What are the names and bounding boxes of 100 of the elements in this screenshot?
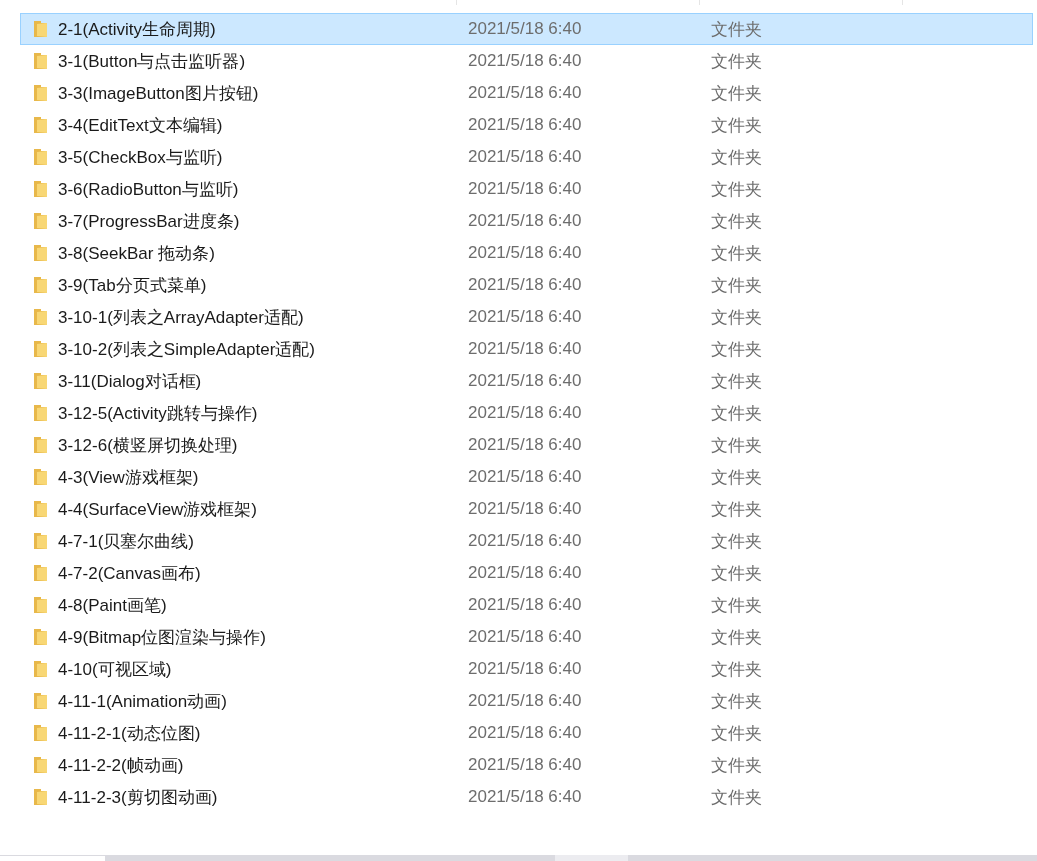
file-row[interactable]: 4-9(Bitmap位图渲染与操作) 2021/5/18 6:40 文件夹 [20,621,1033,653]
modified-date: 2021/5/18 6:40 [468,403,583,423]
file-name: 4-9(Bitmap位图渲染与操作) [58,626,267,649]
modified-date: 2021/5/18 6:40 [468,787,583,807]
file-row[interactable]: 3-7(ProgressBar进度条) 2021/5/18 6:40 文件夹 [20,205,1033,237]
file-name: 3-1(Button与点击监听器) [58,50,247,73]
modified-date: 2021/5/18 6:40 [468,307,583,327]
file-name: 4-4(SurfaceView游戏框架) [58,498,259,521]
file-name: 4-7-1(贝塞尔曲线) [58,530,195,553]
modified-date: 2021/5/18 6:40 [468,339,583,359]
file-name: 3-7(ProgressBar进度条) [58,210,241,233]
folder-icon [33,628,48,646]
file-type: 文件夹 [711,274,763,297]
file-row[interactable]: 4-8(Paint画笔) 2021/5/18 6:40 文件夹 [20,589,1033,621]
file-name: 4-11-2-1(动态位图) [58,722,202,745]
folder-icon [33,788,48,806]
folder-icon [33,404,48,422]
folder-icon [33,724,48,742]
file-row[interactable]: 3-6(RadioButton与监听) 2021/5/18 6:40 文件夹 [20,173,1033,205]
file-row[interactable]: 3-8(SeekBar 拖动条) 2021/5/18 6:40 文件夹 [20,237,1033,269]
file-name: 4-10(可视区域) [58,658,173,681]
folder-icon [33,468,48,486]
file-row[interactable]: 3-5(CheckBox与监听) 2021/5/18 6:40 文件夹 [20,141,1033,173]
file-name: 3-3(ImageButton图片按钮) [58,82,260,105]
modified-date: 2021/5/18 6:40 [468,115,583,135]
modified-date: 2021/5/18 6:40 [468,51,583,71]
modified-date: 2021/5/18 6:40 [468,499,583,519]
file-type: 文件夹 [711,114,763,137]
file-row[interactable]: 3-12-6(横竖屏切换处理) 2021/5/18 6:40 文件夹 [20,429,1033,461]
horizontal-scrollbar[interactable] [0,855,1037,861]
file-row[interactable]: 4-11-2-1(动态位图) 2021/5/18 6:40 文件夹 [20,717,1033,749]
folder-icon [33,84,48,102]
file-name: 3-6(RadioButton与监听) [58,178,240,201]
file-type: 文件夹 [711,146,763,169]
file-row[interactable]: 3-11(Dialog对话框) 2021/5/18 6:40 文件夹 [20,365,1033,397]
file-name: 3-4(EditText文本编辑) [58,114,224,137]
file-type: 文件夹 [711,370,763,393]
file-name: 3-8(SeekBar 拖动条) [58,242,216,265]
file-type: 文件夹 [711,498,763,521]
file-type: 文件夹 [711,82,763,105]
file-type: 文件夹 [711,178,763,201]
file-type: 文件夹 [711,530,763,553]
file-type: 文件夹 [711,562,763,585]
file-name: 4-3(View游戏框架) [58,466,200,489]
file-row[interactable]: 4-7-1(贝塞尔曲线) 2021/5/18 6:40 文件夹 [20,525,1033,557]
file-type: 文件夹 [711,18,763,41]
file-row[interactable]: 4-3(View游戏框架) 2021/5/18 6:40 文件夹 [20,461,1033,493]
file-type: 文件夹 [711,306,763,329]
file-row[interactable]: 3-9(Tab分页式菜单) 2021/5/18 6:40 文件夹 [20,269,1033,301]
folder-icon [33,20,48,38]
file-name: 3-10-1(列表之ArrayAdapter适配) [58,306,305,329]
folder-icon [33,500,48,518]
modified-date: 2021/5/18 6:40 [468,275,583,295]
file-type: 文件夹 [711,722,763,745]
modified-date: 2021/5/18 6:40 [468,147,583,167]
file-row[interactable]: 3-12-5(Activity跳转与操作) 2021/5/18 6:40 文件夹 [20,397,1033,429]
folder-icon [33,244,48,262]
file-row[interactable]: 3-4(EditText文本编辑) 2021/5/18 6:40 文件夹 [20,109,1033,141]
folder-icon [33,276,48,294]
file-row[interactable]: 4-11-2-3(剪切图动画) 2021/5/18 6:40 文件夹 [20,781,1033,813]
folder-icon [33,596,48,614]
file-row[interactable]: 4-10(可视区域) 2021/5/18 6:40 文件夹 [20,653,1033,685]
file-name: 3-12-6(横竖屏切换处理) [58,434,239,457]
folder-icon [33,116,48,134]
modified-date: 2021/5/18 6:40 [468,243,583,263]
file-row[interactable]: 4-7-2(Canvas画布) 2021/5/18 6:40 文件夹 [20,557,1033,589]
file-name: 4-8(Paint画笔) [58,594,168,617]
modified-date: 2021/5/18 6:40 [468,19,583,39]
file-name: 4-7-2(Canvas画布) [58,562,202,585]
file-row[interactable]: 2-1(Activity生命周期) 2021/5/18 6:40 文件夹 [20,13,1033,45]
file-name: 3-10-2(列表之SimpleAdapter适配) [58,338,316,361]
file-name: 3-5(CheckBox与监听) [58,146,224,169]
file-name: 4-11-2-2(帧动画) [58,754,185,777]
file-type: 文件夹 [711,50,763,73]
file-type: 文件夹 [711,690,763,713]
folder-icon [33,532,48,550]
file-row[interactable]: 3-10-2(列表之SimpleAdapter适配) 2021/5/18 6:40 文件夹 [20,333,1033,365]
folder-icon [33,308,48,326]
file-row[interactable]: 3-10-1(列表之ArrayAdapter适配) 2021/5/18 6:40 文件夹 [20,301,1033,333]
modified-date: 2021/5/18 6:40 [468,467,583,487]
file-type: 文件夹 [711,626,763,649]
folder-icon [33,372,48,390]
file-row[interactable]: 4-11-2-2(帧动画) 2021/5/18 6:40 文件夹 [20,749,1033,781]
folder-icon [33,148,48,166]
modified-date: 2021/5/18 6:40 [468,659,583,679]
file-type: 文件夹 [711,338,763,361]
file-row[interactable]: 3-1(Button与点击监听器) 2021/5/18 6:40 文件夹 [20,45,1033,77]
file-row[interactable]: 3-3(ImageButton图片按钮) 2021/5/18 6:40 文件夹 [20,77,1033,109]
modified-date: 2021/5/18 6:40 [468,179,583,199]
file-type: 文件夹 [711,786,763,809]
file-row[interactable]: 4-4(SurfaceView游戏框架) 2021/5/18 6:40 文件夹 [20,493,1033,525]
folder-icon [33,212,48,230]
file-row[interactable]: 4-11-1(Animation动画) 2021/5/18 6:40 文件夹 [20,685,1033,717]
modified-date: 2021/5/18 6:40 [468,531,583,551]
file-type: 文件夹 [711,402,763,425]
file-type: 文件夹 [711,466,763,489]
folder-icon [33,692,48,710]
file-type: 文件夹 [711,658,763,681]
modified-date: 2021/5/18 6:40 [468,83,583,103]
folder-icon [33,180,48,198]
